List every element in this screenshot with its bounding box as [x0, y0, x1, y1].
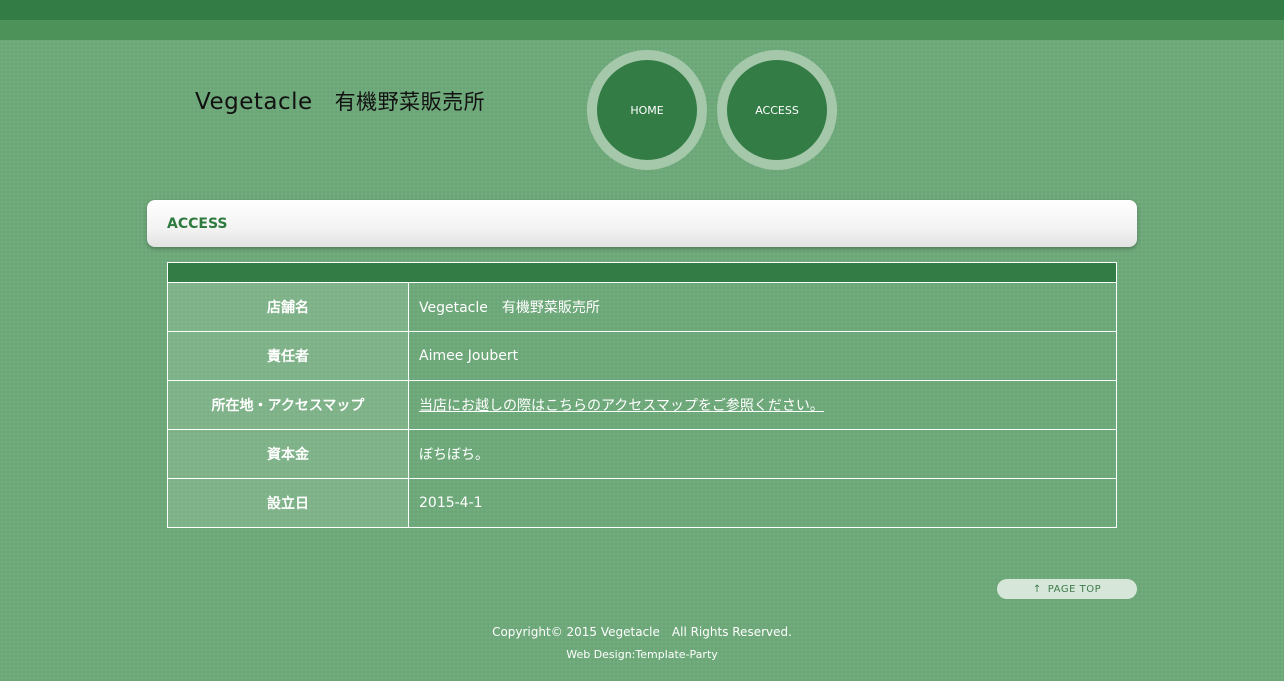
nav-home-button[interactable]: HOME: [587, 50, 707, 170]
table-header-row: [167, 262, 1117, 283]
row-value: 2015-4-1: [408, 478, 1117, 528]
nav-access-button[interactable]: ACCESS: [717, 50, 837, 170]
row-label: 所在地・アクセスマップ: [167, 380, 409, 430]
page-top-button[interactable]: ↑ PAGE TOP: [997, 579, 1137, 599]
access-map-link[interactable]: 当店にお越しの際はこちらのアクセスマップをご参照ください。: [419, 398, 824, 414]
table-header-bar: [167, 262, 1117, 283]
top-bar-secondary: [0, 20, 1284, 40]
table-row: 責任者 Aimee Joubert: [167, 331, 1117, 381]
nav-access-label: ACCESS: [755, 103, 799, 117]
table-row: 所在地・アクセスマップ 当店にお越しの際はこちらのアクセスマップをご参照ください…: [167, 380, 1117, 430]
arrow-up-icon: ↑: [1032, 583, 1042, 595]
site-logo[interactable]: Vegetacle 有機野菜販売所: [195, 86, 485, 116]
table-row: 資本金 ぼちぼち。: [167, 429, 1117, 479]
row-value: Vegetacle 有機野菜販売所: [408, 282, 1117, 332]
table-row: 設立日 2015-4-1: [167, 478, 1117, 528]
row-value-cell: 当店にお越しの際はこちらのアクセスマップをご参照ください。: [408, 380, 1117, 430]
section-heading: ACCESS: [147, 200, 1137, 247]
row-value: ぼちぼち。: [408, 429, 1117, 479]
access-info-table: 店舗名 Vegetacle 有機野菜販売所 責任者 Aimee Joubert …: [167, 262, 1117, 528]
row-label: 設立日: [167, 478, 409, 528]
web-design-credit[interactable]: Web Design:Template-Party: [0, 648, 1284, 661]
web-design-label: Web Design:Template-Party: [566, 648, 718, 661]
logo-subtitle: 有機野菜販売所: [334, 90, 486, 114]
row-label: 店舗名: [167, 282, 409, 332]
nav-home-label: HOME: [630, 103, 664, 117]
copyright-text: Copyright© 2015 Vegetacle All Rights Res…: [492, 625, 792, 639]
row-label: 資本金: [167, 429, 409, 479]
row-value: Aimee Joubert: [408, 331, 1117, 381]
top-bar: [0, 0, 1284, 20]
row-label: 責任者: [167, 331, 409, 381]
logo-name: Vegetacle: [195, 89, 313, 115]
page-top-label: PAGE TOP: [1047, 583, 1102, 595]
table-row: 店舗名 Vegetacle 有機野菜販売所: [167, 282, 1117, 332]
section-title: ACCESS: [167, 215, 228, 232]
